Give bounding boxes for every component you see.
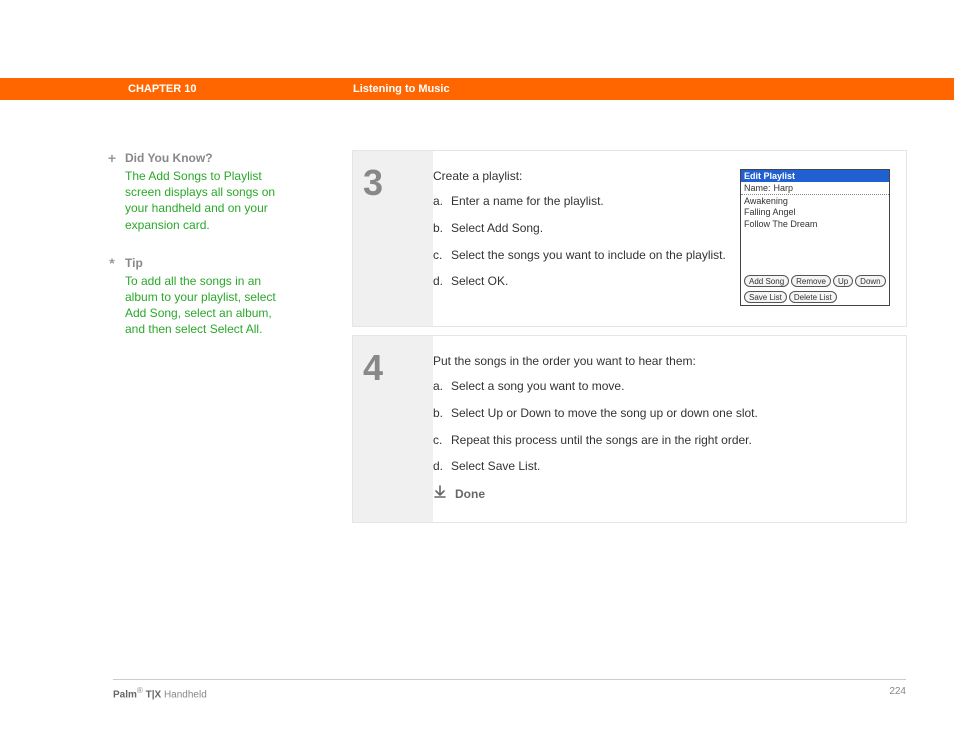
note-heading: Tip [125,256,143,270]
device-screenshot: Edit Playlist Name: Harp Awakening Falli… [740,169,890,306]
done-label: Done [455,487,485,501]
chapter-header: CHAPTER 10 Listening to Music [0,78,954,100]
device-song: Falling Angel [744,207,886,218]
down-button[interactable]: Down [855,275,885,287]
remove-button[interactable]: Remove [791,275,831,287]
list-item: a.Select a song you want to move. [433,378,890,395]
download-arrow-icon [433,485,447,502]
plus-icon: + [103,150,121,166]
list-item: c.Repeat this process until the songs ar… [433,432,890,449]
step-number: 3 [363,165,433,201]
list-item: a.Enter a name for the playlist. [433,193,730,210]
page-footer: Palm® T|X Handheld 224 [113,679,906,700]
up-button[interactable]: Up [833,275,853,287]
device-name-label: Name: [744,183,771,193]
done-indicator: Done [433,485,890,502]
list-item: d.Select OK. [433,273,730,290]
device-song-list: Awakening Falling Angel Follow The Dream [741,195,889,273]
step-list: a.Select a song you want to move. b.Sele… [433,378,890,475]
device-title: Edit Playlist [741,170,889,182]
chapter-title: Listening to Music [353,83,450,95]
sidebar: + Did You Know? The Add Songs to Playlis… [103,150,283,360]
main-content: 3 Create a playlist: a.Enter a name for … [352,150,907,531]
list-item: c.Select the songs you want to include o… [433,247,730,264]
save-list-button[interactable]: Save List [744,291,787,303]
step-card-3: 3 Create a playlist: a.Enter a name for … [352,150,907,327]
add-song-button[interactable]: Add Song [744,275,789,287]
delete-list-button[interactable]: Delete List [789,291,837,303]
step-intro: Create a playlist: [433,169,730,183]
step-list: a.Enter a name for the playlist. b.Selec… [433,193,730,290]
list-item: d.Select Save List. [433,458,890,475]
note-heading: Did You Know? [125,151,213,165]
page-number: 224 [889,686,906,700]
step-number: 4 [363,350,433,386]
step-card-4: 4 Put the songs in the order you want to… [352,335,907,523]
device-name-value: Harp [774,183,794,193]
chapter-label: CHAPTER 10 [128,83,353,95]
step-intro: Put the songs in the order you want to h… [433,354,890,368]
note-body: To add all the songs in an album to your… [125,273,283,338]
tip-note: * Tip To add all the songs in an album t… [103,255,283,338]
asterisk-icon: * [103,255,121,271]
device-song: Awakening [744,196,886,207]
device-song: Follow The Dream [744,219,886,230]
list-item: b.Select Up or Down to move the song up … [433,405,890,422]
did-you-know-note: + Did You Know? The Add Songs to Playlis… [103,150,283,233]
note-body: The Add Songs to Playlist screen display… [125,168,283,233]
list-item: b.Select Add Song. [433,220,730,237]
product-name: Palm® T|X Handheld [113,686,207,700]
